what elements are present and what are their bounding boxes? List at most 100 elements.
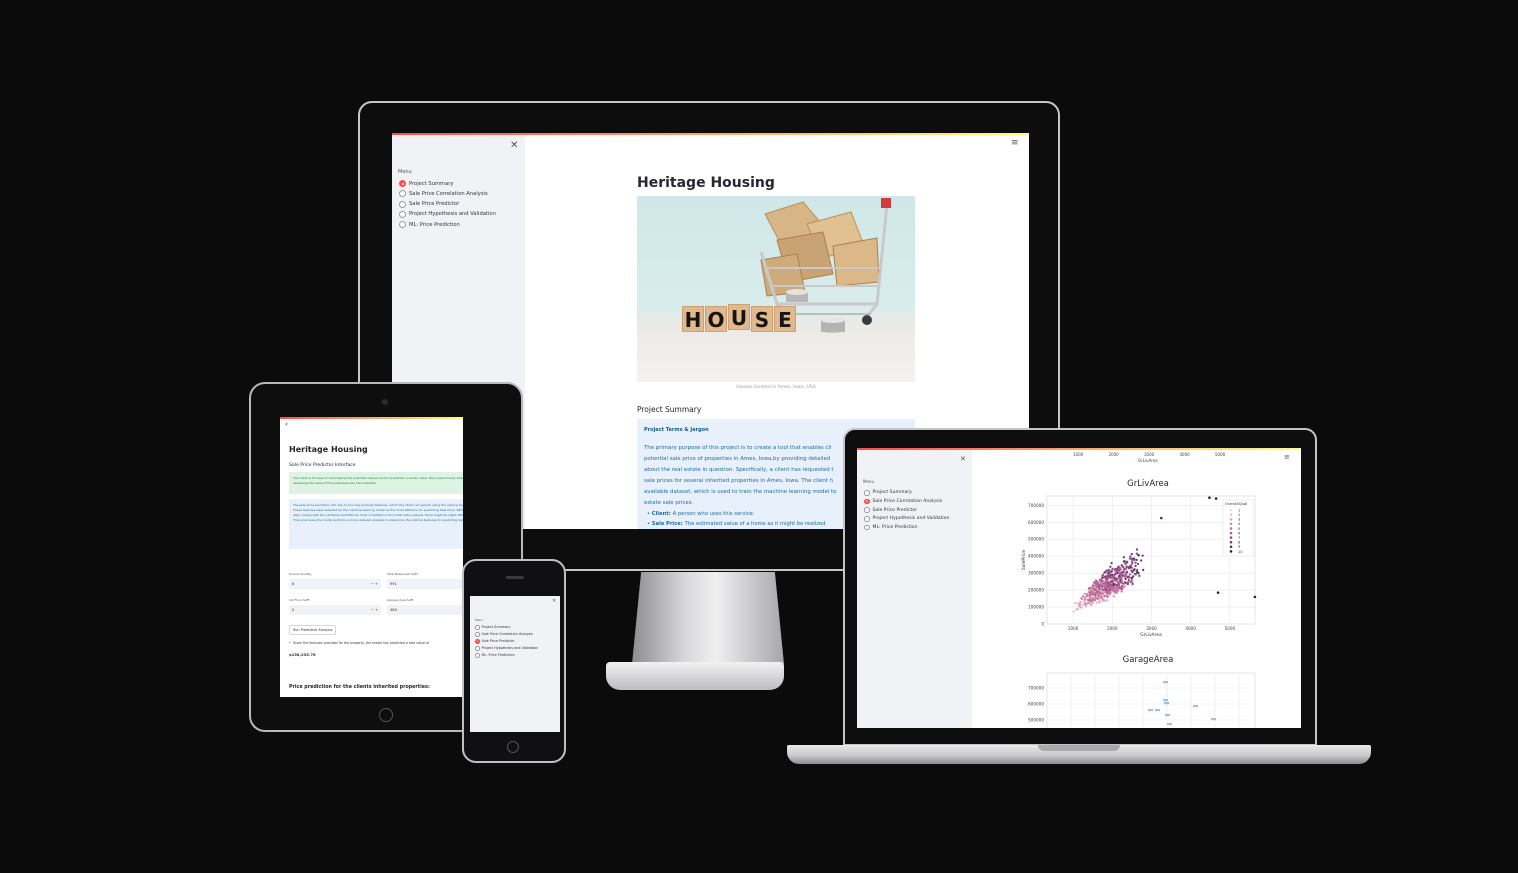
close-icon[interactable]: ✕ bbox=[510, 141, 518, 151]
stepper-icon[interactable]: − + bbox=[371, 579, 378, 589]
data-point bbox=[1084, 603, 1087, 606]
legend-label: 5 bbox=[1238, 527, 1240, 531]
sidebar-item-project-hypothesis-and-validation[interactable]: Project Hypothesis and Validation bbox=[475, 646, 538, 651]
data-point bbox=[1083, 600, 1086, 603]
data-point bbox=[1114, 589, 1117, 593]
field-label: Garage Area SqFt bbox=[387, 598, 414, 602]
sidebar-item-ml-price-prediction[interactable]: ML: Price Prediction bbox=[475, 653, 515, 658]
data-point bbox=[1079, 600, 1082, 603]
sidebar-item-project-hypothesis-and-validation[interactable]: Project Hypothesis and Validation bbox=[864, 516, 949, 522]
data-point bbox=[1159, 516, 1163, 520]
sidebar-item-label: ML: Price Prediction bbox=[481, 653, 515, 658]
result-text: Given the features provided for the prop… bbox=[292, 641, 430, 645]
sidebar-item-label: Project Hypothesis and Validation bbox=[409, 211, 496, 218]
section-title: Project Summary bbox=[637, 405, 702, 414]
hamburger-menu-icon[interactable]: ≡ bbox=[1011, 139, 1019, 148]
y-tick-label: 700000 bbox=[1028, 686, 1044, 691]
data-point bbox=[1109, 592, 1112, 595]
radio-unselected-icon[interactable] bbox=[399, 200, 406, 208]
field-label: Overall Quality bbox=[289, 572, 312, 576]
radio-selected-icon[interactable] bbox=[864, 498, 870, 505]
data-point bbox=[1097, 594, 1100, 597]
sidebar-item-label: Project Summary bbox=[872, 490, 912, 496]
data-point bbox=[1096, 581, 1099, 584]
number-input[interactable]: 991 bbox=[387, 579, 463, 589]
data-point bbox=[1123, 585, 1126, 588]
sidebar-item-project-summary[interactable]: Project Summary bbox=[475, 625, 511, 630]
data-point bbox=[1135, 548, 1139, 551]
data-point bbox=[1211, 718, 1216, 721]
data-point bbox=[1104, 581, 1107, 584]
laptop-notch bbox=[1038, 745, 1120, 751]
data-point bbox=[1104, 587, 1108, 591]
success-box: The client is focused on forecasting the… bbox=[289, 472, 463, 494]
data-point bbox=[1091, 587, 1095, 590]
data-point bbox=[1208, 496, 1211, 499]
close-icon[interactable]: ✕ bbox=[960, 456, 966, 463]
number-input[interactable]: 0 − + bbox=[289, 605, 381, 615]
data-point bbox=[1098, 596, 1102, 599]
radio-unselected-icon[interactable] bbox=[475, 653, 480, 658]
data-point bbox=[1107, 568, 1110, 572]
sidebar-item-sale-price-correlation-analysis[interactable]: Sale Price Correlation Analysis bbox=[475, 632, 533, 637]
input-value: 991 bbox=[390, 582, 397, 586]
hamburger-menu-icon[interactable]: ≡ bbox=[1284, 454, 1290, 461]
data-point bbox=[1141, 554, 1144, 557]
data-point bbox=[1163, 681, 1168, 684]
data-point bbox=[1119, 568, 1123, 571]
input-value: 6 bbox=[292, 582, 295, 586]
radio-selected-icon[interactable] bbox=[475, 639, 480, 644]
data-point bbox=[1111, 577, 1114, 580]
data-point bbox=[1136, 562, 1140, 566]
radio-unselected-icon[interactable] bbox=[864, 490, 870, 496]
sidebar-item-sale-price-predictor[interactable]: Sale Price Predictor bbox=[475, 639, 514, 644]
sidebar-item-sale-price-predictor[interactable]: Sale Price Predictor bbox=[399, 200, 459, 208]
radio-unselected-icon[interactable] bbox=[399, 190, 406, 198]
legend-label: 10 bbox=[1238, 550, 1243, 554]
radio-unselected-icon[interactable] bbox=[475, 625, 480, 630]
house-image: HOUSE bbox=[637, 196, 915, 382]
radio-unselected-icon[interactable] bbox=[864, 524, 870, 531]
radio-unselected-icon[interactable] bbox=[475, 632, 480, 637]
sidebar-item-project-hypothesis-and-validation[interactable]: Project Hypothesis and Validation bbox=[399, 210, 496, 218]
radio-unselected-icon[interactable] bbox=[399, 210, 406, 218]
data-point bbox=[1137, 554, 1140, 557]
chevron-right-icon[interactable]: › bbox=[285, 421, 288, 428]
data-point bbox=[1120, 576, 1123, 579]
close-icon[interactable]: ✕ bbox=[552, 599, 556, 604]
legend-marker bbox=[1229, 540, 1233, 544]
data-point bbox=[1101, 597, 1104, 601]
stepper-icon[interactable]: − + bbox=[371, 605, 378, 615]
data-point bbox=[1086, 601, 1090, 605]
sidebar-item-sale-price-correlation-analysis[interactable]: Sale Price Correlation Analysis bbox=[864, 498, 942, 505]
sidebar-item-sale-price-correlation-analysis[interactable]: Sale Price Correlation Analysis bbox=[399, 190, 488, 198]
info-line: The primary purpose of this project is t… bbox=[644, 445, 832, 451]
sidebar-item-project-summary[interactable]: Project Summary bbox=[399, 180, 453, 187]
radio-selected-icon[interactable] bbox=[399, 180, 406, 187]
number-input[interactable]: 480 bbox=[387, 605, 463, 615]
term-definition: The estimated value of a home as it migh… bbox=[684, 521, 826, 527]
number-input[interactable]: 6 − + bbox=[289, 579, 381, 589]
radio-unselected-icon[interactable] bbox=[399, 221, 406, 229]
sidebar-item-project-summary[interactable]: Project Summary bbox=[864, 490, 912, 496]
section-heading: Price prediction for the clients inherit… bbox=[289, 685, 430, 690]
data-point bbox=[1123, 571, 1126, 574]
sidebar-item-sale-price-predictor[interactable]: Sale Price Predictor bbox=[864, 507, 917, 513]
y-tick-label: 300000 bbox=[1028, 571, 1044, 576]
sidebar-item-label: Sale Price Correlation Analysis bbox=[481, 632, 533, 637]
info-line: available dataset, which is used to trai… bbox=[644, 489, 837, 495]
data-point bbox=[1102, 582, 1105, 585]
term-definition: A person who uses this service. bbox=[672, 511, 755, 517]
radio-unselected-icon[interactable] bbox=[864, 516, 870, 522]
data-point bbox=[1127, 578, 1130, 582]
run-predictive-analysis-button[interactable]: Run Predictive Analysis bbox=[289, 625, 337, 635]
sidebar-item-ml-price-prediction[interactable]: ML: Price Prediction bbox=[399, 221, 460, 229]
term-item: • Client: A person who uses this service… bbox=[647, 509, 825, 519]
radio-unselected-icon[interactable] bbox=[475, 646, 480, 651]
shopping-cart-illustration bbox=[759, 198, 891, 333]
letter-block: H bbox=[682, 306, 704, 332]
y-tick-label: 500000 bbox=[1028, 537, 1044, 542]
data-point bbox=[1133, 568, 1136, 571]
sidebar-item-ml-price-prediction[interactable]: ML: Price Prediction bbox=[864, 524, 918, 531]
radio-unselected-icon[interactable] bbox=[864, 507, 870, 513]
